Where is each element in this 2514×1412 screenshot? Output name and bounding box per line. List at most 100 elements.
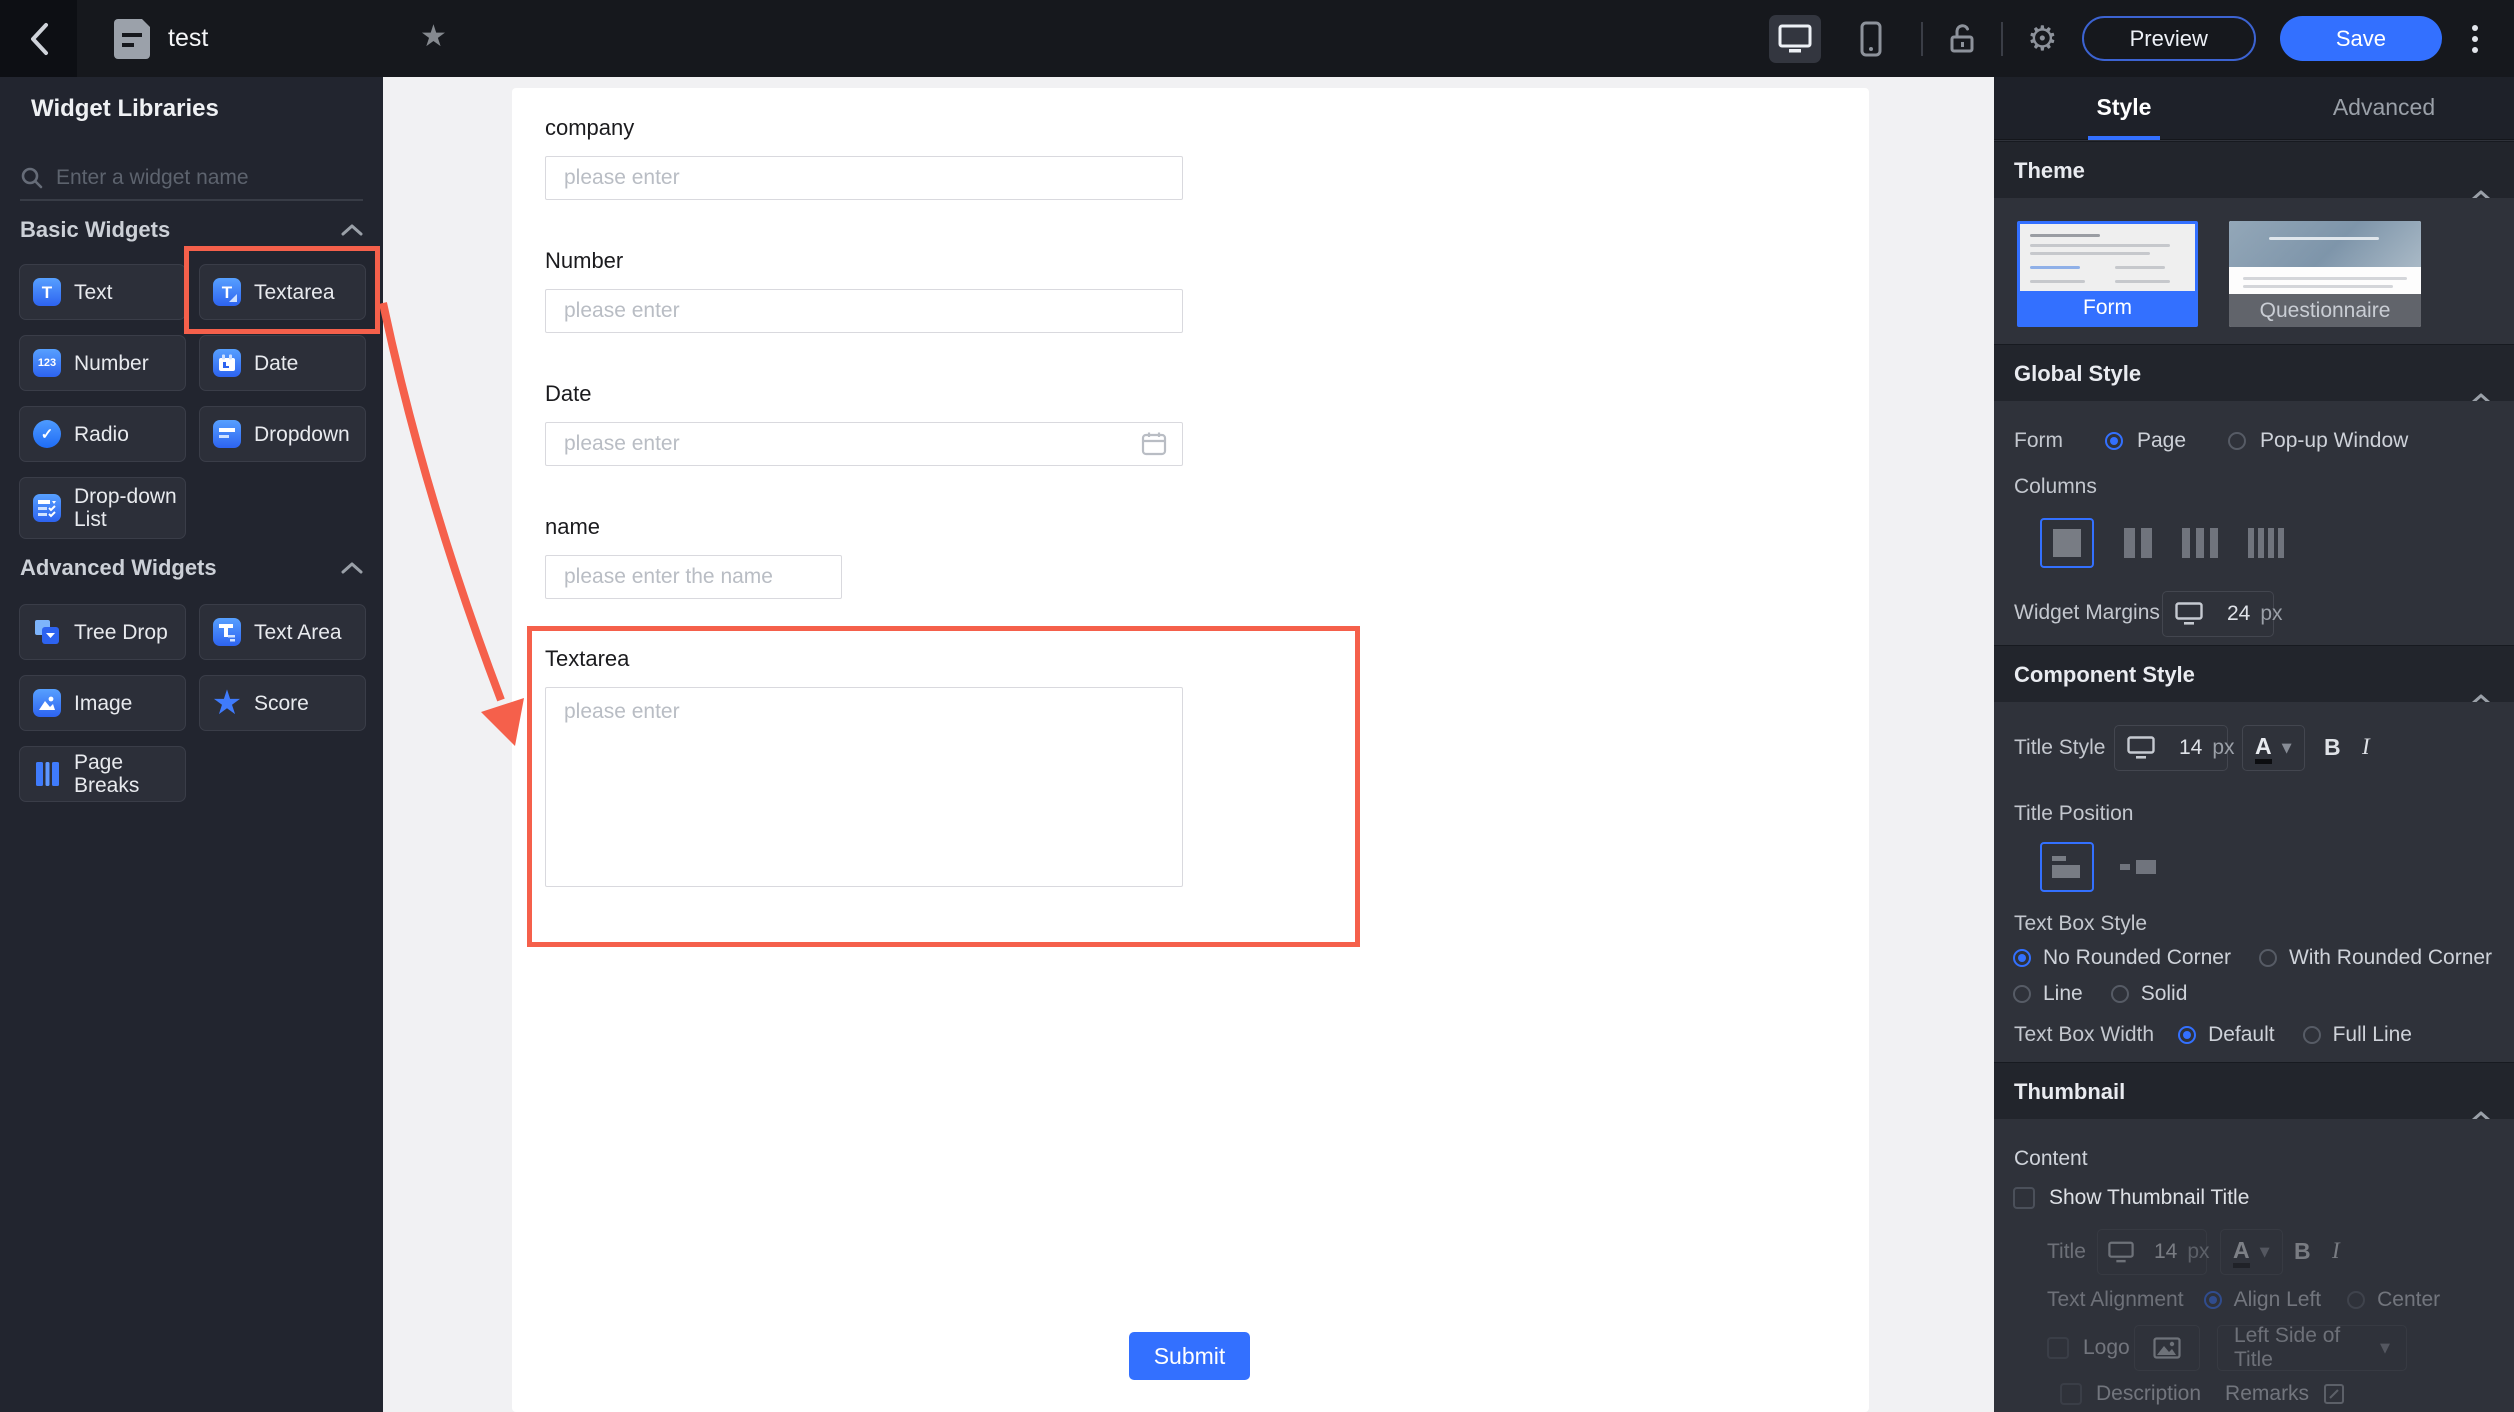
description-checkbox[interactable] (2060, 1383, 2082, 1405)
name-input[interactable] (545, 555, 842, 599)
columns-option-2[interactable] (2124, 528, 2152, 558)
thumbnail-font-size-control[interactable]: 14 px (2097, 1229, 2207, 1275)
description-label[interactable]: Description (2096, 1382, 2201, 1406)
widget-card-tree-drop[interactable]: Tree Drop (19, 604, 186, 660)
thumbnail-color-dropdown[interactable]: A ▼ (2220, 1229, 2283, 1275)
remarks-label[interactable]: Remarks (2225, 1382, 2309, 1406)
show-thumbnail-title-checkbox[interactable] (2013, 1187, 2035, 1209)
widget-search[interactable] (20, 157, 363, 201)
title-position-left-option[interactable] (2120, 860, 2156, 874)
title-color-dropdown[interactable]: A ▼ (2242, 725, 2305, 771)
widget-card-textarea[interactable]: T Textarea (199, 264, 366, 320)
widget-card-image[interactable]: Image (19, 675, 186, 731)
radio-no-rounded-corner[interactable] (2013, 949, 2031, 967)
back-button[interactable] (0, 0, 77, 77)
italic-button[interactable]: I (2362, 734, 2370, 760)
widget-card-text[interactable]: T Text (19, 264, 186, 320)
component-style-section-header[interactable]: Component Style (1994, 645, 2514, 702)
divider (1921, 22, 1923, 56)
more-menu-icon[interactable] (2466, 19, 2484, 59)
widget-card-dropdown-list[interactable]: Drop-down List (19, 477, 186, 539)
logo-position-dropdown[interactable]: Left Side of Title ▼ (2217, 1325, 2407, 1371)
logo-label[interactable]: Logo (2083, 1336, 2130, 1360)
align-left-label[interactable]: Align Left (2234, 1288, 2322, 1312)
favorite-star-icon[interactable]: ★ (420, 0, 447, 77)
widget-card-dropdown[interactable]: Dropdown (199, 406, 366, 462)
style-panel: Style Advanced Theme Form Questionnaire (1994, 77, 2514, 1412)
radio-default-width[interactable] (2178, 1026, 2196, 1044)
content-label: Content (2014, 1147, 2088, 1171)
company-input[interactable] (545, 156, 1183, 200)
submit-button[interactable]: Submit (1129, 1332, 1250, 1380)
bold-button[interactable]: B (2324, 734, 2341, 761)
widget-card-page-breaks[interactable]: Page Breaks (19, 746, 186, 802)
lock-button[interactable] (1947, 23, 1977, 55)
radio-popup-label[interactable]: Pop-up Window (2260, 429, 2408, 453)
theme-form-label: Form (2020, 291, 2195, 324)
field-label-date: Date (545, 381, 591, 407)
logo-image-button[interactable] (2134, 1325, 2200, 1371)
radio-center[interactable] (2347, 1291, 2365, 1309)
theme-option-form[interactable]: Form (2017, 221, 2198, 327)
widget-card-score[interactable]: ★ Score (199, 675, 366, 731)
title-position-top-option[interactable] (2040, 842, 2094, 892)
calendar-icon[interactable] (1141, 431, 1167, 462)
columns-option-4[interactable] (2248, 528, 2284, 558)
search-icon (20, 166, 44, 190)
tab-style[interactable]: Style (1994, 77, 2254, 140)
columns-option-3[interactable] (2182, 528, 2218, 558)
title-font-size-control[interactable]: 14 px (2114, 725, 2228, 771)
title-font-size-value[interactable]: 14 px (2167, 726, 2247, 770)
textarea-input[interactable] (545, 687, 1183, 887)
number-widget-icon: 123 (33, 349, 61, 377)
theme-option-questionnaire[interactable]: Questionnaire (2229, 221, 2421, 327)
full-line-label[interactable]: Full Line (2333, 1023, 2412, 1047)
preview-button[interactable]: Preview (2082, 16, 2256, 61)
radio-full-line[interactable] (2303, 1026, 2321, 1044)
thumbnail-section-header[interactable]: Thumbnail (1994, 1062, 2514, 1119)
date-input[interactable] (545, 422, 1183, 466)
widget-margins-control[interactable]: 24 px (2162, 591, 2274, 637)
radio-popup-window[interactable] (2228, 432, 2246, 450)
columns-option-1[interactable] (2040, 518, 2094, 568)
tab-advanced[interactable]: Advanced (2254, 77, 2514, 140)
form-canvas: company Number Date name Textarea Submit (383, 77, 1994, 1412)
solid-label[interactable]: Solid (2141, 982, 2188, 1006)
radio-page[interactable] (2105, 432, 2123, 450)
no-rounded-corner-label[interactable]: No Rounded Corner (2043, 946, 2231, 970)
thumbnail-font-size-value[interactable]: 14 px (2144, 1230, 2220, 1274)
thumbnail-bold-button[interactable]: B (2294, 1238, 2311, 1265)
widget-card-date[interactable]: Date (199, 335, 366, 391)
center-label[interactable]: Center (2377, 1288, 2440, 1312)
settings-gear-icon[interactable]: ⚙ (2027, 22, 2057, 56)
show-thumbnail-title-label[interactable]: Show Thumbnail Title (2049, 1186, 2249, 1210)
global-style-section-header[interactable]: Global Style (1994, 344, 2514, 401)
basic-widgets-header[interactable]: Basic Widgets (20, 217, 363, 243)
logo-checkbox[interactable] (2047, 1337, 2069, 1359)
desktop-view-button[interactable] (1769, 15, 1821, 63)
mobile-view-button[interactable] (1845, 15, 1897, 63)
form-card: company Number Date name Textarea Submit (512, 88, 1869, 1412)
widget-card-radio[interactable]: ✓ Radio (19, 406, 186, 462)
number-input[interactable] (545, 289, 1183, 333)
widget-margins-value[interactable]: 24 px (2215, 592, 2295, 636)
radio-line[interactable] (2013, 985, 2031, 1003)
edit-icon[interactable] (2323, 1383, 2345, 1405)
default-width-label[interactable]: Default (2208, 1023, 2275, 1047)
radio-with-rounded-corner[interactable] (2259, 949, 2277, 967)
widget-card-number[interactable]: 123 Number (19, 335, 186, 391)
radio-solid[interactable] (2111, 985, 2129, 1003)
caret-down-icon: ▼ (2380, 1341, 2390, 1356)
page-title: test (168, 0, 208, 77)
radio-page-label[interactable]: Page (2137, 429, 2186, 453)
active-tab-indicator (2088, 136, 2160, 140)
widget-card-text-area[interactable]: Text Area (199, 604, 366, 660)
advanced-widgets-header[interactable]: Advanced Widgets (20, 555, 363, 581)
radio-align-left[interactable] (2204, 1291, 2222, 1309)
with-rounded-corner-label[interactable]: With Rounded Corner (2289, 946, 2492, 970)
line-label[interactable]: Line (2043, 982, 2083, 1006)
save-button[interactable]: Save (2280, 16, 2442, 61)
widget-search-input[interactable] (56, 166, 336, 190)
thumbnail-italic-button[interactable]: I (2332, 1238, 2340, 1264)
theme-section-header[interactable]: Theme (1994, 141, 2514, 198)
